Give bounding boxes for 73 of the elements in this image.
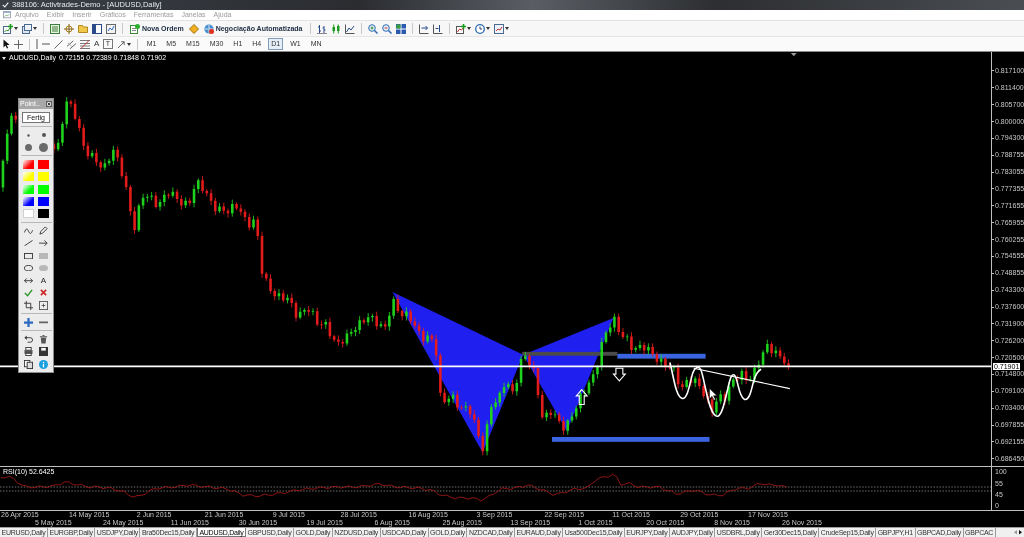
dropdown-caret-icon[interactable] — [33, 27, 37, 30]
move-icon[interactable] — [24, 317, 33, 327]
save-icon[interactable] — [39, 347, 48, 357]
market-watch-icon[interactable] — [50, 23, 60, 34]
dot-icon[interactable] — [41, 133, 46, 137]
dropdown-caret-icon[interactable] — [14, 27, 18, 30]
color-swatch-icon[interactable] — [23, 197, 34, 207]
dropdown-caret-icon[interactable] — [466, 27, 471, 30]
auto-scroll-icon[interactable] — [418, 23, 429, 34]
dropdown-caret-icon[interactable] — [504, 27, 509, 30]
check-icon[interactable] — [24, 288, 33, 297]
curve-icon[interactable] — [24, 227, 33, 235]
navigator-icon[interactable] — [64, 23, 74, 34]
color-swatch-icon[interactable] — [38, 184, 49, 194]
trend-line-icon[interactable] — [54, 39, 63, 49]
arrows-icon[interactable] — [116, 39, 126, 49]
text-tool[interactable]: A — [94, 39, 100, 49]
color-swatch-icon[interactable] — [38, 172, 49, 182]
color-swatch-icon[interactable] — [38, 197, 49, 207]
terminal-icon[interactable] — [92, 23, 102, 34]
copy-icon[interactable] — [24, 359, 33, 369]
scroll-right-icon[interactable] — [1019, 530, 1022, 535]
small-dot-icon[interactable] — [27, 133, 30, 137]
profiles-icon[interactable] — [22, 23, 32, 34]
zoom-box-icon[interactable] — [39, 300, 48, 310]
clock-icon[interactable] — [474, 23, 485, 34]
trash-icon[interactable] — [39, 334, 48, 344]
new-chart-icon[interactable] — [3, 23, 13, 34]
zoom-in-icon[interactable] — [367, 23, 378, 34]
printer-icon[interactable] — [24, 347, 33, 357]
candlestick-chart-icon[interactable] — [330, 23, 341, 34]
globe-icon — [203, 23, 214, 34]
large-circle-icon[interactable] — [39, 142, 48, 152]
minus-icon[interactable] — [39, 320, 48, 324]
indicators-icon[interactable] — [455, 23, 466, 34]
pencil-icon[interactable] — [39, 226, 48, 236]
dropdown-caret-icon[interactable] — [485, 27, 490, 30]
color-swatch-icon[interactable] — [23, 159, 34, 169]
cross-icon[interactable] — [40, 289, 47, 297]
folder-icon[interactable] — [78, 24, 88, 33]
color-swatch-icon[interactable] — [38, 159, 49, 169]
line-icon[interactable] — [24, 240, 33, 247]
crosshair-icon[interactable] — [14, 39, 23, 49]
dropdown-caret-icon[interactable] — [2, 56, 6, 60]
cursor-icon[interactable] — [3, 39, 10, 49]
color-swatch-icon[interactable] — [23, 184, 34, 194]
undo-icon[interactable] — [24, 335, 33, 344]
up-arrow-icon — [575, 388, 589, 406]
tester-icon[interactable] — [106, 23, 116, 34]
mouse-pointer-icon — [709, 388, 718, 401]
channel-icon[interactable] — [67, 39, 76, 49]
chart-shift-icon[interactable] — [432, 23, 443, 34]
line-chart-icon[interactable] — [344, 23, 355, 34]
bar-chart-icon[interactable] — [316, 23, 327, 34]
double-arrow-icon[interactable] — [24, 277, 33, 284]
zoom-out-icon[interactable] — [381, 23, 392, 34]
templates-icon[interactable] — [493, 23, 504, 34]
dropdown-caret-icon[interactable] — [126, 42, 131, 46]
diamond-icon[interactable] — [188, 23, 199, 34]
color-swatch-icon[interactable] — [38, 209, 49, 219]
arrow-icon[interactable] — [39, 240, 48, 247]
ellipse-icon[interactable] — [24, 264, 33, 272]
color-swatch-icon[interactable] — [23, 172, 34, 182]
rectangle-icon[interactable] — [24, 252, 33, 259]
checkmark-icon — [2, 2, 9, 8]
down-arrow-icon — [612, 367, 627, 382]
close-icon[interactable] — [46, 101, 52, 107]
tile-windows-icon[interactable] — [395, 23, 406, 34]
color-swatch-icon[interactable] — [23, 209, 34, 219]
text-tool[interactable]: A — [40, 275, 47, 286]
fibonacci-icon[interactable] — [80, 39, 90, 49]
circle-icon[interactable] — [25, 143, 32, 151]
crop-icon[interactable] — [24, 300, 33, 310]
